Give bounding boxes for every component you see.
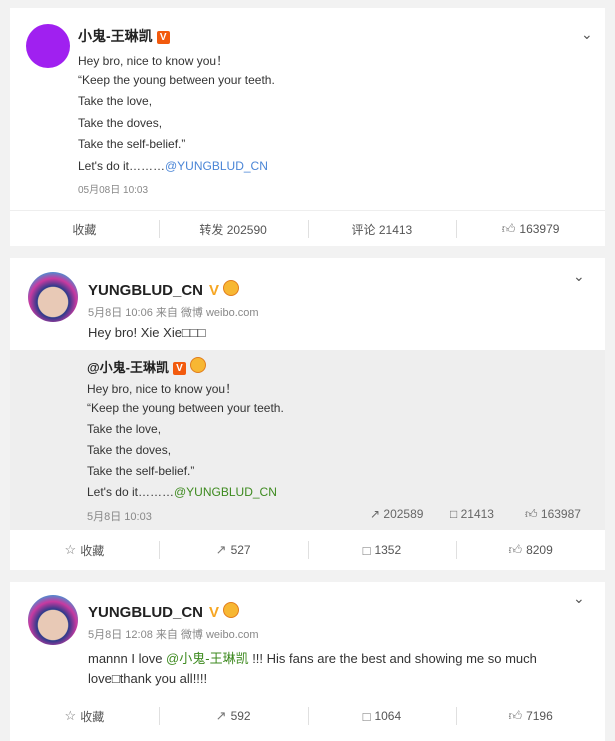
repost-icon: ↗ [370,507,381,521]
favorite-button[interactable]: ☆ 收藏 [10,532,159,568]
avatar[interactable] [28,272,78,322]
comment-button[interactable]: 评论 21413 [307,211,457,247]
quoted-like-count[interactable]: 👍︎ 163987 [525,507,581,522]
verified-icon: V [209,604,220,621]
mention-link[interactable]: @小鬼-王琳凯 [166,651,249,666]
mention-link[interactable]: @YUNGBLUD_CN [165,159,268,173]
post-meta: 5月8日 10:06 来自 微博 weibo.com [88,307,259,319]
repost-button[interactable]: ↗ 527 [158,532,308,568]
quoted-comment-count[interactable]: □ 21413 [450,507,494,521]
verified-icon: V [156,31,170,44]
post-card-1: ⌄ 小鬼-王琳凯 V Hey bro, nice to know you！ “Ke… [10,8,605,246]
mention-link[interactable]: @YUNGBLUD_CN [174,485,277,499]
post-text-line: Hey bro, nice to know you！ [78,54,229,68]
favorite-button[interactable]: 收藏 [10,211,159,247]
medal-icon [223,280,240,296]
comment-icon: □ [362,708,371,724]
star-icon: ☆ [64,708,77,723]
verified-icon: V [209,282,220,299]
comment-icon: □ [362,542,371,558]
star-icon: ☆ [64,542,77,557]
favorite-button[interactable]: ☆ 收藏 [10,698,159,734]
quoted-text-line: Take the love, [87,422,162,436]
quoted-timestamp[interactable]: 5月8日 10:03 [87,508,152,524]
like-button[interactable]: 👍︎ 7196 [456,698,605,734]
post-timestamp[interactable]: 05月08日 10:03 [78,181,148,196]
repost-button[interactable]: ↗ 592 [158,698,308,734]
post-text-line: Take the doves, [78,116,163,130]
comment-button[interactable]: □ 1352 [307,532,457,568]
chevron-down-icon[interactable]: ⌄ [581,26,593,43]
post-text-line: “Keep the young between your teeth. [78,73,275,87]
like-button[interactable]: 👍︎ 8209 [456,532,605,568]
quoted-text-line: Take the self-belief.” [87,464,195,478]
thumbs-up-icon: 👍︎ [508,708,523,723]
repost-button[interactable]: 转发 202590 [158,211,308,247]
quoted-text-line: “Keep the young between your teeth. [87,401,284,415]
avatar[interactable] [28,595,78,645]
post-text-line: Take the self-belief.” [78,137,186,151]
post-text-line: Let's do it………@YUNGBLUD_CN [78,159,268,173]
thumbs-up-icon: 👍︎ [501,221,516,236]
post-text: Hey bro! Xie Xie□□□ [88,325,206,340]
medal-icon [223,602,240,618]
post-text: mannn I love @小鬼-王琳凯 !!! His fans are th… [88,651,537,666]
medal-icon [190,357,207,373]
chevron-down-icon[interactable]: ⌄ [573,590,585,607]
thumbs-up-icon: 👍︎ [525,507,538,521]
author-name[interactable]: 小鬼-王琳凯 V [78,26,170,46]
quoted-text-line: Let's do it………@YUNGBLUD_CN [87,485,277,499]
comment-button[interactable]: □ 1064 [307,698,457,734]
quoted-text-line: Take the doves, [87,443,172,457]
author-name[interactable]: YUNGBLUD_CN V [88,602,240,621]
quoted-post[interactable]: @小鬼-王琳凯 V Hey bro, nice to know you！ “Kee… [10,350,605,530]
action-bar: ☆ 收藏 ↗ 527 □ 1352 👍︎ 8209 [10,532,605,568]
thumbs-up-icon: 👍︎ [508,542,523,557]
action-bar: ☆ 收藏 ↗ 592 □ 1064 👍︎ 7196 [10,698,605,734]
author-name[interactable]: YUNGBLUD_CN V [88,280,240,299]
avatar[interactable] [26,24,70,68]
quoted-author[interactable]: @小鬼-王琳凯 V [87,357,207,376]
verified-icon: V [173,362,187,375]
like-button[interactable]: 👍︎ 163979 [456,211,605,247]
quoted-text-line: Hey bro, nice to know you！ [87,382,238,396]
repost-icon: ↗ [215,708,227,723]
post-meta: 5月8日 12:08 来自 微博 weibo.com [88,629,259,641]
post-text-line: Take the love, [78,94,153,108]
action-bar: 收藏 转发 202590 评论 21413 👍︎ 163979 [10,210,605,247]
comment-icon: □ [450,507,458,521]
repost-icon: ↗ [215,542,227,557]
chevron-down-icon[interactable]: ⌄ [573,268,585,285]
quoted-repost-count[interactable]: ↗ 202589 [370,507,423,521]
post-text: love□thank you all!!!! [88,671,208,686]
